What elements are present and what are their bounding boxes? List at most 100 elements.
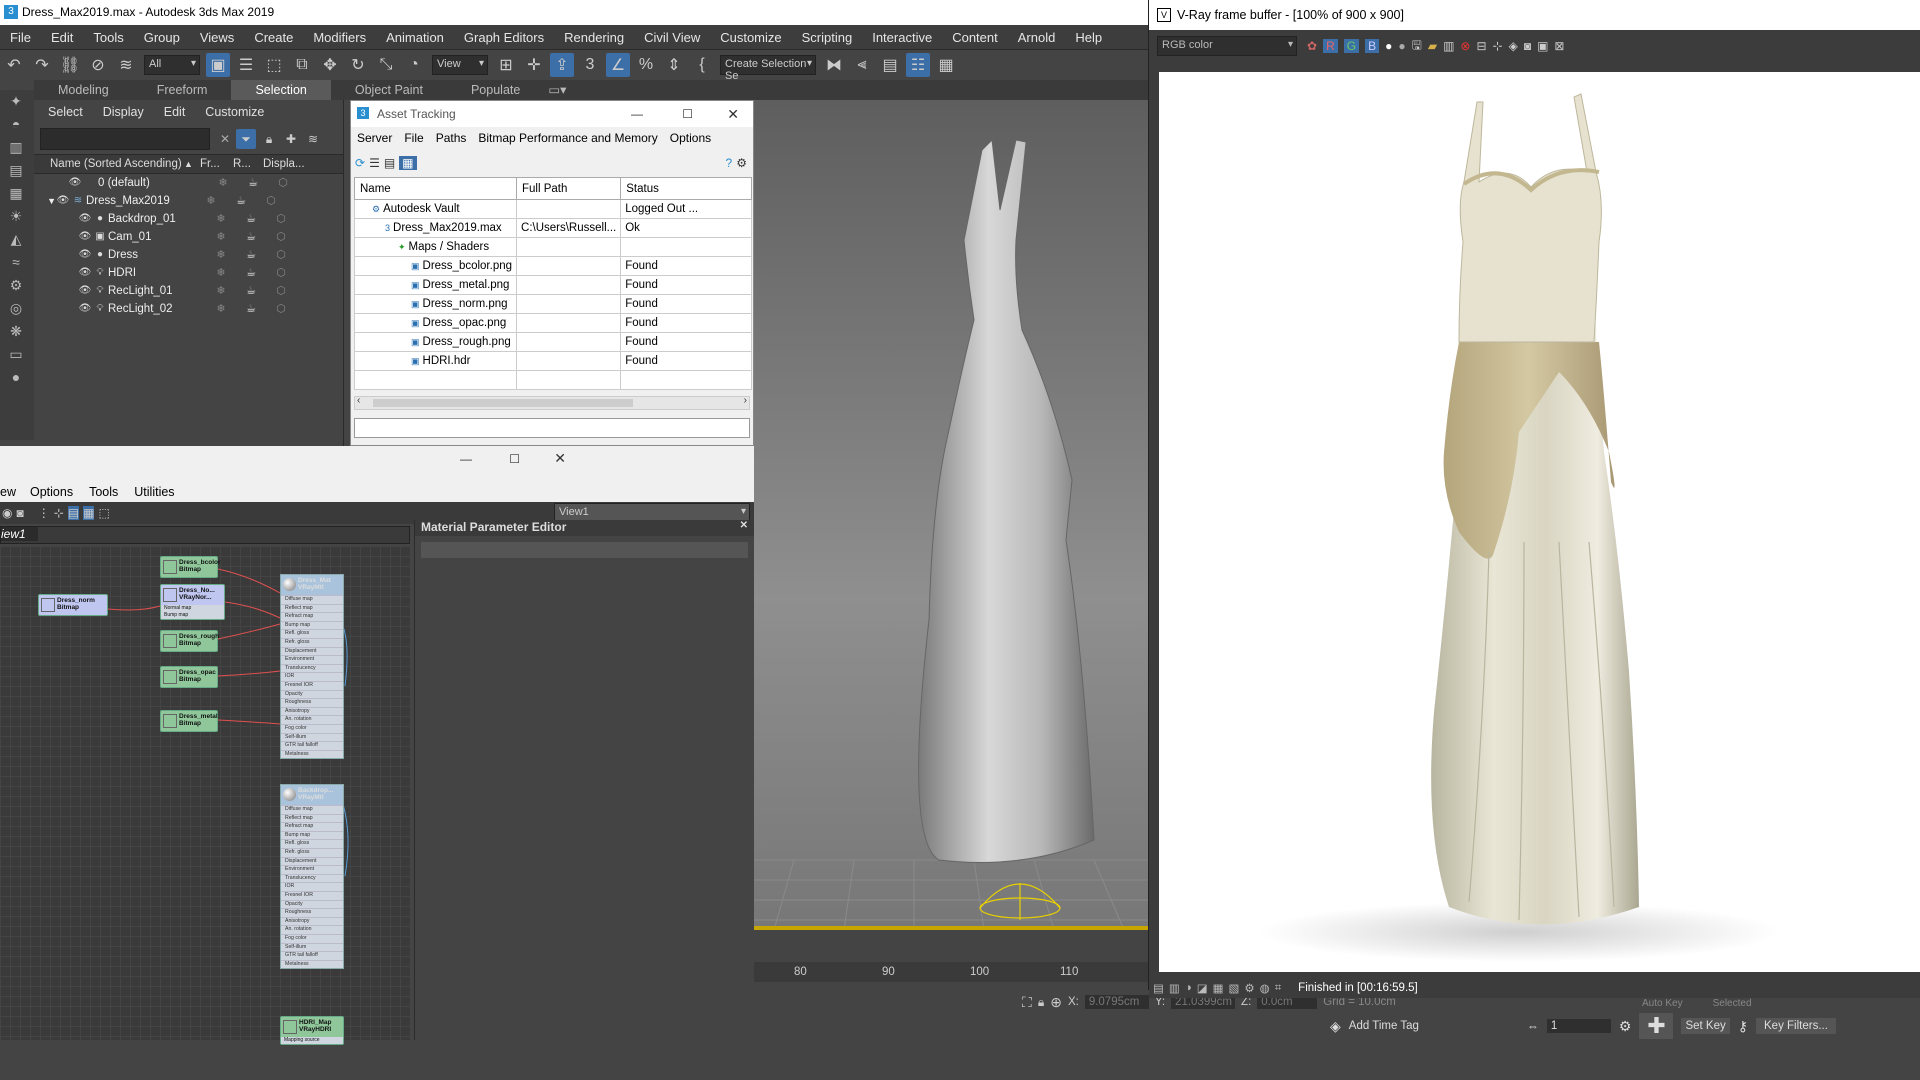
- material-slot[interactable]: Refr. gloss: [281, 847, 343, 857]
- layers-icon[interactable]: ≋: [304, 127, 322, 151]
- add-layer-icon[interactable]: ✚: [282, 127, 300, 151]
- material-slot[interactable]: An. rotation: [281, 925, 343, 934]
- hierarchy-icon[interactable]: ▥: [4, 139, 28, 159]
- se-row[interactable]: ▼ 👁︎ ≋ Dress_Max2019 ❄ ☕︎ ⬡: [34, 192, 343, 210]
- link-icon[interactable]: ⛓: [58, 53, 82, 77]
- time-slider-track[interactable]: 80 90 100 110: [754, 962, 1148, 982]
- create-icon[interactable]: ✦: [4, 93, 28, 113]
- menu-graph-editors[interactable]: Graph Editors: [454, 25, 554, 50]
- time-configuration-icon[interactable]: ⚙: [1619, 1018, 1632, 1035]
- select-and-rotate-icon[interactable]: ↻: [346, 53, 370, 77]
- scroll-left-icon[interactable]: ‹: [357, 395, 360, 406]
- material-slot[interactable]: Fog color: [281, 933, 343, 943]
- motion-icon[interactable]: ▤: [4, 162, 28, 182]
- se-row[interactable]: 👁︎ 💡︎ RecLight_01 ❄ ☕︎ ⬡: [34, 282, 343, 300]
- select-and-scale-icon[interactable]: ⤡: [374, 53, 398, 77]
- rgb-channels-icon[interactable]: ✿: [1307, 39, 1317, 53]
- asset-row[interactable]: ✦ Maps / Shaders: [353, 237, 752, 257]
- slate-menu-tools[interactable]: Tools: [81, 485, 126, 499]
- pivot-center-icon[interactable]: ⊞: [494, 53, 518, 77]
- at-menu-paths[interactable]: Paths: [430, 127, 473, 149]
- material-slot[interactable]: Translucency: [281, 873, 343, 883]
- material-slot[interactable]: Refract map: [281, 822, 343, 831]
- node-slot[interactable]: Normal map: [161, 605, 224, 612]
- col-render[interactable]: R...: [229, 158, 259, 170]
- node-slot[interactable]: Bump map: [161, 612, 224, 619]
- asset-row[interactable]: ▣ HDRI.hdr Found: [353, 351, 752, 371]
- material-slot[interactable]: Roughness: [281, 698, 343, 707]
- keyboard-shortcut-override-icon[interactable]: ⇪: [550, 53, 574, 77]
- blue-channel-icon[interactable]: B: [1365, 39, 1380, 53]
- material-slot[interactable]: Self-illum: [281, 732, 343, 742]
- snaps-toggle-icon[interactable]: 3: [578, 53, 602, 77]
- col-freeze[interactable]: Fr...: [194, 158, 229, 170]
- tab-object-paint[interactable]: Object Paint: [331, 80, 447, 100]
- menu-customize[interactable]: Customize: [710, 25, 791, 50]
- history-icon[interactable]: ▤: [1153, 981, 1164, 995]
- stamp-icon[interactable]: ⌗: [1275, 982, 1281, 995]
- display-box-icon[interactable]: ⬡: [266, 282, 296, 300]
- align-icon[interactable]: ⫷: [850, 53, 874, 77]
- options-icon[interactable]: ⚙: [736, 156, 747, 170]
- material-slot[interactable]: Metalness: [281, 749, 343, 759]
- display-box-icon[interactable]: ⬡: [266, 228, 296, 246]
- named-selection-set-dropdown[interactable]: Create Selection Se: [720, 55, 816, 82]
- modify-icon[interactable]: ◓: [4, 116, 28, 136]
- helpers-icon[interactable]: ≈: [4, 254, 28, 274]
- material-slot[interactable]: Reflect map: [281, 603, 343, 613]
- render-teapot-icon[interactable]: ☕︎: [226, 192, 256, 210]
- scene-explorer-icon[interactable]: ▤: [878, 53, 902, 77]
- selected-dropdown[interactable]: Selected: [1713, 998, 1752, 1009]
- redo-icon[interactable]: ↷: [30, 53, 54, 77]
- asset-row[interactable]: ⚙ Autodesk Vault Logged Out ...: [353, 199, 752, 219]
- material-slot[interactable]: IOR: [281, 882, 343, 891]
- current-frame-field[interactable]: 1: [1546, 1019, 1611, 1033]
- se-row[interactable]: 👁︎ 💡︎ HDRI ❄ ☕︎ ⬡: [34, 264, 343, 282]
- clear-search-icon[interactable]: ✕: [220, 132, 230, 146]
- material-slot[interactable]: Fresnel IOR: [281, 890, 343, 900]
- levels-icon[interactable]: ▦: [1213, 981, 1224, 995]
- material-slot[interactable]: Reflect map: [281, 813, 343, 823]
- menu-create[interactable]: Create: [244, 25, 303, 50]
- menu-file[interactable]: File: [0, 25, 41, 50]
- help-icon[interactable]: ?: [726, 156, 733, 170]
- add-time-tag-button[interactable]: Add Time Tag: [1349, 1020, 1419, 1032]
- display-box-icon[interactable]: ⬡: [266, 246, 296, 264]
- maximize-icon[interactable]: ☐: [682, 101, 693, 127]
- material-slot[interactable]: Environment: [281, 865, 343, 874]
- clear-image-icon[interactable]: ▥: [1443, 39, 1454, 53]
- render-teapot-icon[interactable]: ☕︎: [236, 300, 266, 318]
- slate-close-icon[interactable]: ✕: [554, 450, 566, 467]
- undo-icon[interactable]: ↶: [2, 53, 26, 77]
- at-menu-options[interactable]: Options: [664, 127, 717, 149]
- slate-menu-view[interactable]: ew: [0, 485, 22, 499]
- material-slot[interactable]: Refl. gloss: [281, 839, 343, 848]
- freeze-snowflake-icon[interactable]: ❄: [208, 174, 238, 192]
- material-slot[interactable]: Opacity: [281, 899, 343, 909]
- viewport-dress-model[interactable]: [918, 138, 1095, 863]
- material-slot[interactable]: Diffuse map: [281, 595, 343, 604]
- vfb-render-image[interactable]: [1159, 72, 1920, 972]
- material-slot[interactable]: Metalness: [281, 959, 343, 969]
- lens-effects-icon[interactable]: ◍: [1260, 981, 1270, 995]
- channel-dropdown[interactable]: RGB color: [1157, 36, 1297, 56]
- tab-modeling[interactable]: Modeling: [34, 80, 133, 100]
- minimize-icon[interactable]: —: [631, 101, 643, 127]
- angle-snap-icon[interactable]: ∠: [606, 53, 630, 77]
- lut-icon[interactable]: ⊠: [1554, 39, 1564, 53]
- ribbon-options-icon[interactable]: ▭▾: [544, 80, 570, 100]
- at-menu-server[interactable]: Server: [351, 127, 398, 149]
- isolate-selection-icon[interactable]: ⛶: [1022, 994, 1032, 1011]
- freeze-snowflake-icon[interactable]: ❄: [206, 300, 236, 318]
- x-coord-field[interactable]: 9.0795cm: [1084, 995, 1149, 1009]
- particles-icon[interactable]: ❋: [4, 323, 28, 343]
- material-slot[interactable]: Roughness: [281, 908, 343, 917]
- pick-material-icon[interactable]: ◉: [2, 506, 12, 520]
- view1-tab[interactable]: iew1: [0, 526, 410, 544]
- stop-render-icon[interactable]: ⊗: [1460, 39, 1470, 53]
- save-image-icon[interactable]: 🖫︎: [1412, 36, 1422, 57]
- se-menu-select[interactable]: Select: [38, 101, 93, 123]
- slate-menu-options[interactable]: Options: [22, 485, 81, 499]
- se-row[interactable]: 👁︎ 💡︎ RecLight_02 ❄ ☕︎ ⬡: [34, 300, 343, 318]
- col-display[interactable]: Displa...: [259, 158, 309, 170]
